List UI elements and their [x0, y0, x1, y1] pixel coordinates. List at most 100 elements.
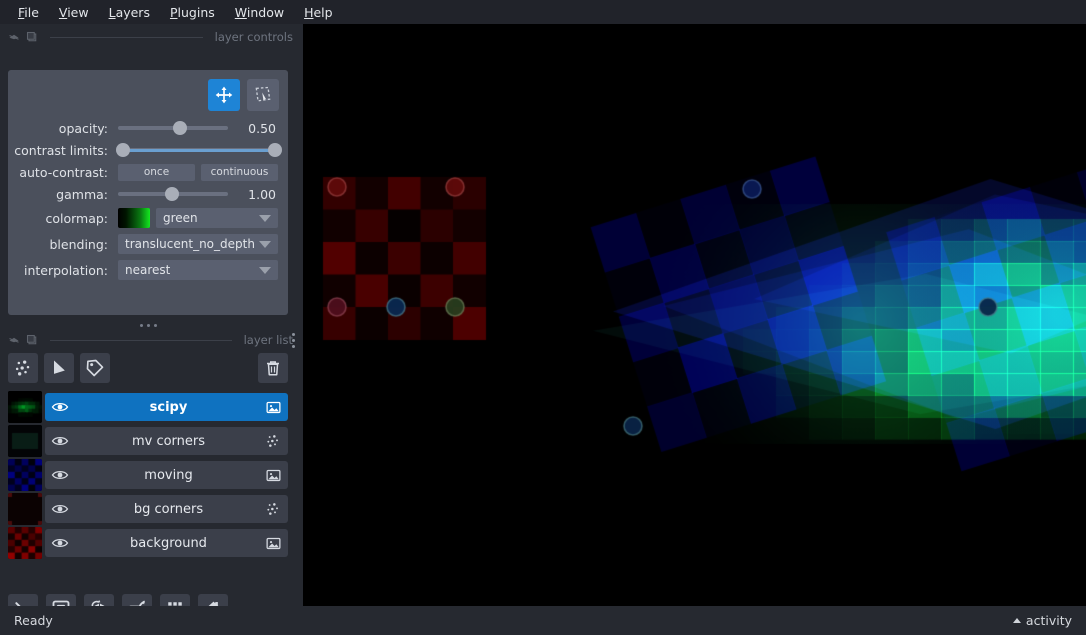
contrast-high-handle[interactable]	[268, 143, 282, 157]
interpolation-label: interpolation:	[24, 262, 108, 278]
gamma-handle[interactable]	[164, 187, 179, 201]
grip-dot	[146, 323, 150, 327]
menu-help[interactable]: Help	[294, 2, 343, 23]
layer-visibility-toggle[interactable]	[45, 393, 75, 421]
dock-rule	[50, 339, 232, 341]
contrast-limits-row: contrast limits:	[8, 139, 288, 161]
left-dock-area: layer controls opacity: 0.50 contrast li…	[0, 24, 303, 624]
layer-row-bg-corners[interactable]: bg corners	[8, 493, 288, 525]
layer-thumbnail	[8, 493, 42, 525]
opacity-handle[interactable]	[172, 121, 187, 135]
move-arrows-icon	[215, 86, 233, 104]
new-labels-layer-button[interactable]	[80, 353, 110, 383]
image-icon	[265, 537, 281, 549]
layer-visibility-toggle[interactable]	[45, 529, 75, 557]
layer-row-mv-corners[interactable]: mv corners	[8, 425, 288, 457]
layer-row-body[interactable]: moving	[45, 461, 288, 489]
layer-type-image-icon	[264, 534, 282, 552]
layer-row-moving[interactable]: moving	[8, 459, 288, 491]
gamma-row: gamma: 1.00	[8, 183, 288, 205]
transform-icon	[255, 86, 271, 103]
eye-icon	[51, 538, 69, 548]
layer-list-dock-header: layer list	[0, 331, 303, 349]
layer-row-body[interactable]: background	[45, 529, 288, 557]
chevron-down-icon	[259, 267, 271, 274]
eye-icon	[51, 402, 69, 412]
new-shapes-layer-button[interactable]	[44, 353, 74, 383]
opacity-slider[interactable]	[118, 120, 228, 136]
transform-button[interactable]	[247, 79, 279, 111]
layer-visibility-toggle[interactable]	[45, 427, 75, 455]
contrast-limits-slider[interactable]	[116, 142, 282, 158]
eye-icon	[51, 470, 69, 480]
colormap-value: green	[163, 211, 198, 225]
menu-layers[interactable]: Layers	[99, 2, 160, 23]
shapes-icon	[54, 360, 65, 374]
interpolation-select[interactable]: nearest	[118, 260, 278, 280]
undock-icon[interactable]	[8, 334, 20, 346]
colormap-label: colormap:	[45, 210, 108, 226]
opacity-row: opacity: 0.50	[8, 117, 288, 139]
layer-thumbnail	[8, 527, 42, 559]
trash-icon	[267, 361, 279, 376]
points-icon	[267, 435, 278, 447]
blending-label: blending:	[49, 236, 109, 252]
pan-zoom-button[interactable]	[208, 79, 240, 111]
caret-up-icon	[1012, 618, 1021, 623]
viewer-canvas[interactable]	[303, 24, 1086, 606]
menu-plugins[interactable]: Plugins	[160, 2, 225, 23]
layer-list: scipy mv corners moving bg corners backg…	[8, 391, 288, 561]
layer-type-image-icon	[264, 398, 282, 416]
contrast-limits-label: contrast limits:	[14, 142, 108, 158]
viewer-canvas-container[interactable]	[303, 24, 1086, 606]
auto-contrast-row: auto-contrast: once continuous	[8, 161, 288, 183]
layer-row-body[interactable]: scipy	[45, 393, 288, 421]
layer-name: moving	[144, 467, 193, 483]
layer-controls-title: layer controls	[214, 30, 293, 44]
new-points-layer-button[interactable]	[8, 353, 38, 383]
menu-view[interactable]: View	[49, 2, 99, 23]
blending-row: blending: translucent_no_depth	[8, 233, 288, 255]
colormap-swatch	[118, 208, 150, 228]
layer-row-body[interactable]: bg corners	[45, 495, 288, 523]
window-icon[interactable]	[26, 31, 38, 43]
layer-type-image-icon	[264, 466, 282, 484]
layer-type-points-icon	[264, 432, 282, 450]
status-text: Ready	[14, 613, 53, 628]
layer-row-body[interactable]: mv corners	[45, 427, 288, 455]
layer-thumbnail	[8, 459, 42, 491]
window-icon[interactable]	[26, 334, 38, 346]
layer-type-points-icon	[264, 500, 282, 518]
menu-window[interactable]: Window	[225, 2, 294, 23]
grip-dot	[153, 323, 157, 327]
activity-button[interactable]: activity	[1012, 613, 1072, 628]
eye-icon	[51, 436, 69, 446]
undock-icon[interactable]	[8, 31, 20, 43]
colormap-row: colormap: green	[8, 207, 288, 229]
layer-name: background	[130, 535, 207, 551]
contrast-fill	[122, 148, 274, 152]
menu-file[interactable]: File	[8, 2, 49, 23]
gamma-slider[interactable]	[118, 186, 228, 202]
blending-value: translucent_no_depth	[125, 237, 255, 251]
chevron-down-icon	[259, 215, 271, 222]
layer-list-menu-button[interactable]	[287, 330, 299, 350]
layer-row-background[interactable]: background	[8, 527, 288, 559]
kebab-menu-icon	[291, 332, 295, 336]
layer-list-title: layer list	[243, 333, 293, 347]
image-icon	[265, 469, 281, 481]
image-icon	[265, 401, 281, 413]
layer-visibility-toggle[interactable]	[45, 495, 75, 523]
blending-select[interactable]: translucent_no_depth	[118, 234, 278, 254]
layer-visibility-toggle[interactable]	[45, 461, 75, 489]
panel-splitter-handle[interactable]	[8, 320, 288, 330]
layer-name: mv corners	[131, 433, 206, 449]
colormap-select[interactable]: green	[156, 208, 278, 228]
auto-contrast-continuous-button[interactable]: continuous	[201, 163, 278, 181]
opacity-label: opacity:	[58, 120, 108, 136]
layer-row-scipy[interactable]: scipy	[8, 391, 288, 423]
layer-thumbnail	[8, 425, 42, 457]
contrast-low-handle[interactable]	[116, 143, 130, 157]
auto-contrast-once-button[interactable]: once	[118, 163, 195, 181]
delete-layer-button[interactable]	[258, 353, 288, 383]
